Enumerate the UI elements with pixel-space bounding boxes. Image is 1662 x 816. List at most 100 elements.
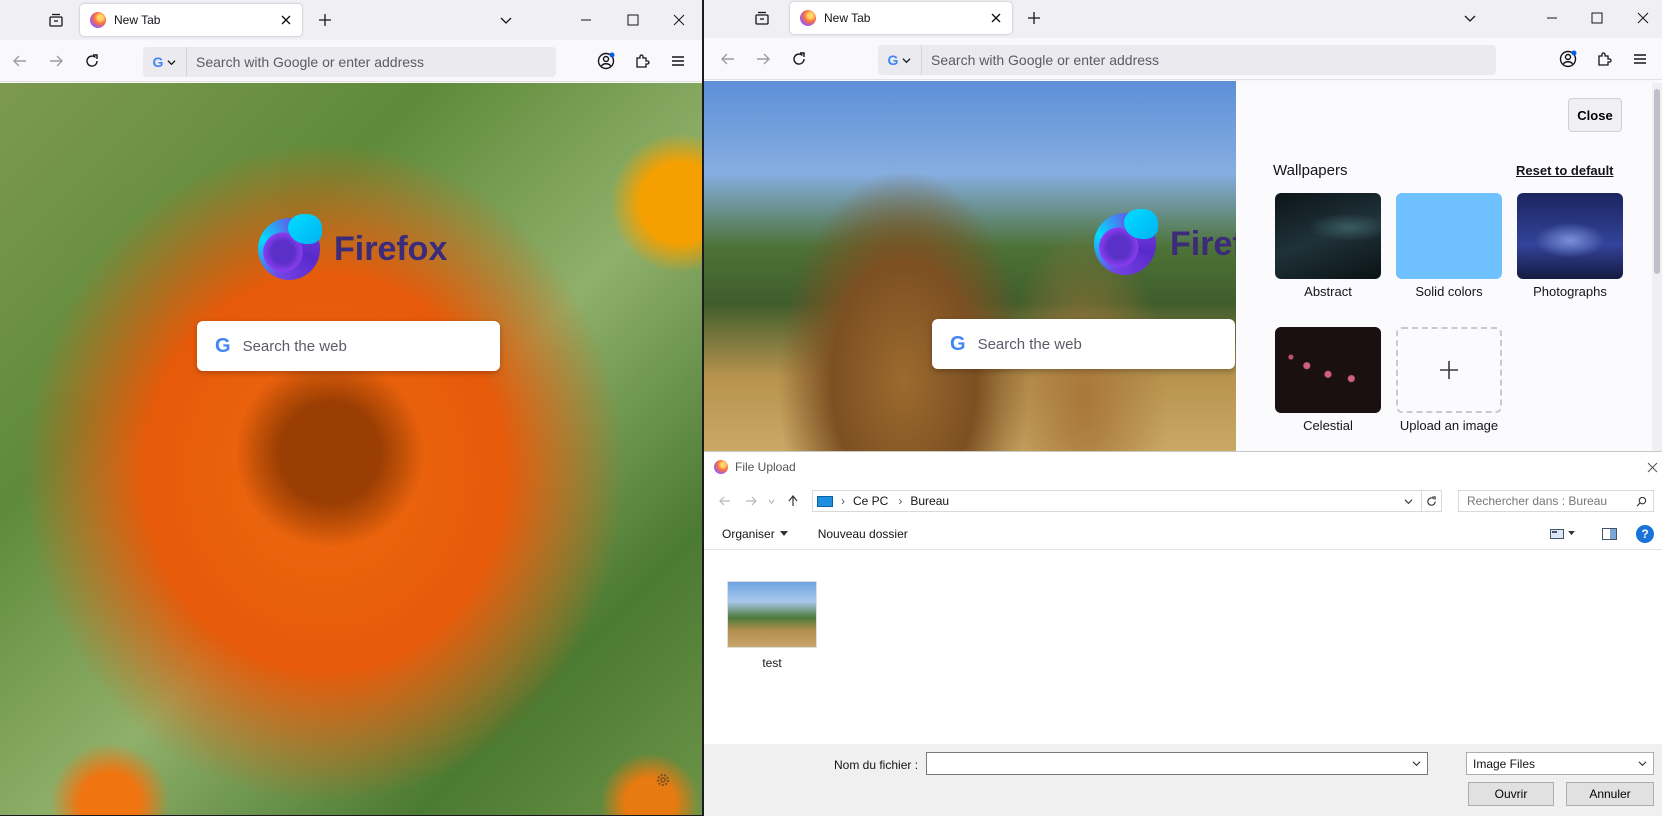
tab-overview-icon[interactable] bbox=[44, 10, 68, 30]
hamburger-menu-icon[interactable] bbox=[666, 49, 690, 73]
brand-name: Firefox bbox=[334, 229, 448, 268]
tab-new-tab[interactable]: New Tab bbox=[790, 2, 1012, 34]
preview-pane-icon[interactable] bbox=[1594, 527, 1624, 540]
left-browser-window: New Tab G Search with Google or enter ad… bbox=[0, 0, 702, 815]
web-search-box[interactable]: G Search the web bbox=[932, 319, 1235, 369]
chevron-down-icon bbox=[167, 59, 176, 65]
close-window-icon[interactable] bbox=[1631, 6, 1655, 30]
file-item-test[interactable]: test bbox=[724, 581, 820, 670]
google-g-icon: G bbox=[215, 334, 231, 357]
category-label: Solid colors bbox=[1415, 284, 1483, 299]
url-bar[interactable]: G Search with Google or enter address bbox=[878, 45, 1496, 75]
web-search-box[interactable]: G Search the web bbox=[197, 321, 500, 371]
file-name: test bbox=[762, 656, 782, 670]
extensions-puzzle-icon[interactable] bbox=[1592, 47, 1616, 71]
dialog-titlebar: File Upload bbox=[704, 452, 1662, 482]
google-g-icon: G bbox=[950, 332, 966, 355]
forward-arrow-icon[interactable] bbox=[751, 47, 775, 71]
wallpaper-category-solid-colors[interactable]: Solid colors bbox=[1396, 193, 1502, 299]
google-g-icon: G bbox=[152, 54, 164, 70]
up-folder-arrow-icon[interactable] bbox=[784, 492, 802, 510]
filename-label: Nom du fichier : bbox=[834, 758, 919, 772]
close-window-icon[interactable] bbox=[667, 8, 691, 32]
new-tab-plus-icon[interactable] bbox=[1021, 6, 1047, 30]
back-arrow-icon[interactable] bbox=[716, 47, 740, 71]
breadcrumb-ce-pc[interactable]: Ce PC bbox=[853, 494, 888, 508]
dialog-back-arrow-icon[interactable] bbox=[716, 492, 734, 510]
filename-chevron-down-icon[interactable] bbox=[1412, 759, 1421, 768]
account-icon[interactable] bbox=[594, 49, 618, 73]
wallpaper-category-celestial[interactable]: Celestial bbox=[1275, 327, 1381, 433]
search-engine-selector[interactable]: G bbox=[143, 47, 187, 77]
close-tab-icon[interactable] bbox=[274, 8, 298, 32]
address-chevron-down-icon[interactable] bbox=[1404, 497, 1413, 506]
reset-to-default-link[interactable]: Reset to default bbox=[1516, 163, 1614, 178]
firefox-branding: Firefox bbox=[258, 214, 448, 280]
plus-icon bbox=[1440, 361, 1458, 379]
organise-button[interactable]: Organiser bbox=[722, 527, 788, 541]
breadcrumb-bureau[interactable]: Bureau bbox=[910, 494, 949, 508]
customize-gear-icon[interactable] bbox=[652, 769, 674, 791]
open-button[interactable]: Ouvrir bbox=[1468, 782, 1554, 806]
firefox-logo-icon bbox=[1094, 209, 1158, 275]
hamburger-menu-icon[interactable] bbox=[1628, 47, 1652, 71]
tab-new-tab[interactable]: New Tab bbox=[80, 4, 302, 36]
list-tabs-chevron-down-icon[interactable] bbox=[494, 8, 518, 32]
reload-icon[interactable] bbox=[787, 47, 811, 71]
dialog-close-icon[interactable] bbox=[1644, 459, 1660, 475]
tab-title: New Tab bbox=[824, 11, 871, 25]
search-engine-selector[interactable]: G bbox=[878, 45, 922, 75]
dialog-forward-arrow-icon[interactable] bbox=[742, 492, 760, 510]
refresh-icon[interactable] bbox=[1421, 491, 1441, 511]
list-tabs-chevron-down-icon[interactable] bbox=[1458, 6, 1482, 30]
upload-thumbnail bbox=[1396, 327, 1502, 413]
tab-overview-icon[interactable] bbox=[750, 8, 774, 28]
view-options-icon[interactable] bbox=[1550, 528, 1580, 539]
forward-arrow-icon[interactable] bbox=[44, 49, 68, 73]
maximize-icon[interactable] bbox=[621, 8, 645, 32]
filename-input[interactable] bbox=[926, 752, 1428, 775]
tab-title: New Tab bbox=[114, 13, 161, 27]
wallpaper-category-abstract[interactable]: Abstract bbox=[1275, 193, 1381, 299]
extensions-puzzle-icon[interactable] bbox=[630, 49, 654, 73]
firefox-logo-icon bbox=[258, 214, 322, 280]
account-icon[interactable] bbox=[1556, 47, 1580, 71]
filetype-chevron-down-icon bbox=[1638, 761, 1647, 767]
firefox-branding: Firefox bbox=[1094, 209, 1236, 275]
back-arrow-icon[interactable] bbox=[8, 49, 32, 73]
filetype-select[interactable]: Image Files bbox=[1466, 752, 1654, 775]
new-tab-plus-icon[interactable] bbox=[312, 8, 338, 32]
folder-search-input[interactable]: Rechercher dans : Bureau bbox=[1458, 490, 1654, 512]
firefox-favicon-icon bbox=[800, 10, 816, 26]
maximize-icon[interactable] bbox=[1585, 6, 1609, 30]
abstract-thumbnail bbox=[1275, 193, 1381, 279]
upload-image-tile[interactable]: Upload an image bbox=[1396, 327, 1502, 433]
recent-locations-chevron-icon[interactable] bbox=[766, 494, 776, 508]
google-g-icon: G bbox=[887, 52, 899, 68]
this-pc-icon bbox=[817, 495, 833, 507]
new-folder-button[interactable]: Nouveau dossier bbox=[818, 527, 908, 541]
minimize-icon[interactable] bbox=[1540, 6, 1564, 30]
dialog-footer: Nom du fichier : Image Files Ouvrir Annu… bbox=[704, 744, 1662, 816]
minimize-icon[interactable] bbox=[574, 8, 598, 32]
firefox-favicon-icon bbox=[714, 460, 728, 474]
category-label: Upload an image bbox=[1399, 418, 1499, 433]
cancel-button[interactable]: Annuler bbox=[1566, 782, 1654, 806]
category-label: Abstract bbox=[1304, 284, 1352, 299]
address-bar[interactable]: › Ce PC › Bureau bbox=[812, 490, 1442, 512]
close-panel-button[interactable]: Close bbox=[1568, 98, 1622, 132]
firefox-favicon-icon bbox=[90, 12, 106, 28]
wallpaper-category-photographs[interactable]: Photographs bbox=[1517, 193, 1623, 299]
close-tab-icon[interactable] bbox=[984, 6, 1008, 30]
category-label: Photographs bbox=[1533, 284, 1607, 299]
url-bar[interactable]: G Search with Google or enter address bbox=[143, 47, 556, 77]
scrollbar-thumb[interactable] bbox=[1654, 89, 1660, 274]
customize-panel: Close Wallpapers Reset to default Abstra… bbox=[1236, 83, 1662, 451]
reload-icon[interactable] bbox=[80, 49, 104, 73]
brand-name: Firefox bbox=[1170, 224, 1236, 263]
photographs-thumbnail bbox=[1517, 193, 1623, 279]
panel-scrollbar[interactable] bbox=[1652, 83, 1662, 451]
new-tab-page: Firefox G Search the web bbox=[0, 83, 702, 815]
url-placeholder: Search with Google or enter address bbox=[931, 52, 1160, 68]
help-icon[interactable]: ? bbox=[1636, 524, 1654, 543]
